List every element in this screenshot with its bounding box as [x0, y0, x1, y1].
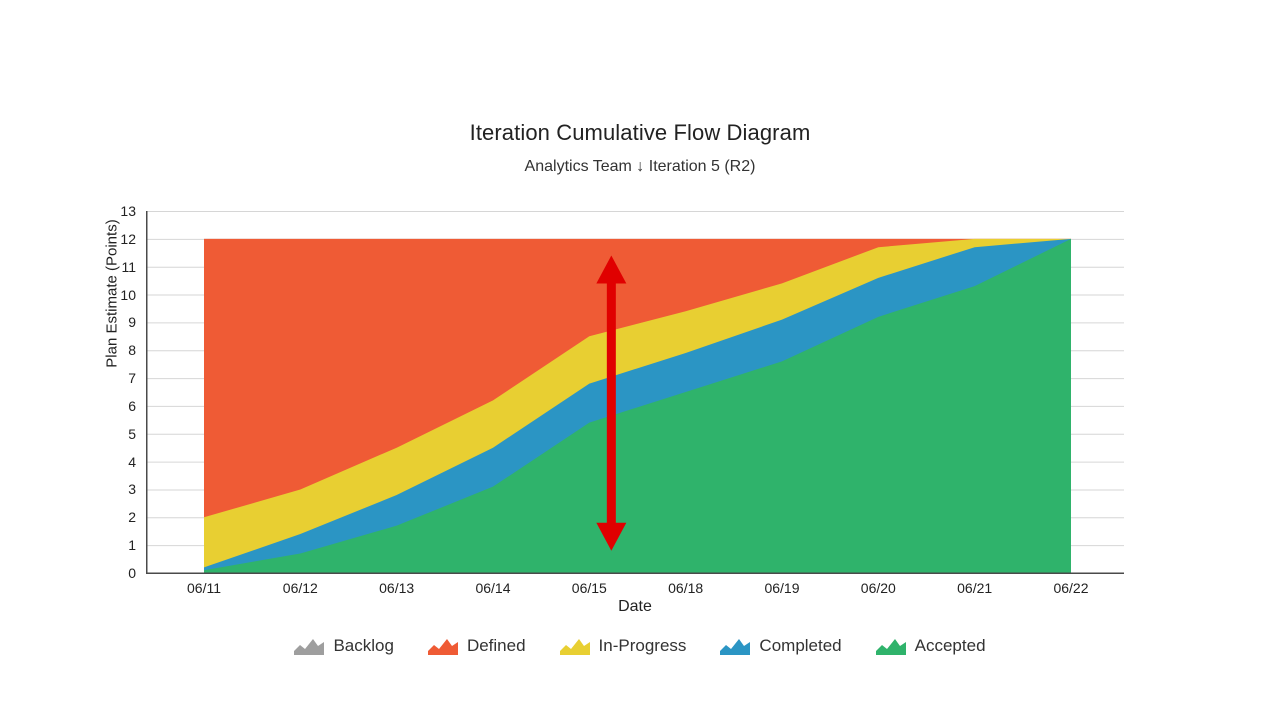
legend-marker-shape — [875, 638, 906, 655]
legend-item-completed[interactable]: Completed — [720, 636, 842, 656]
x-tick-label: 06/14 — [475, 580, 511, 596]
plot-area — [146, 211, 1124, 574]
legend-area-marker-icon — [875, 638, 906, 655]
y-tick-label: 3 — [128, 481, 136, 498]
y-tick-label: 9 — [128, 314, 136, 331]
y-tick-label: 12 — [120, 230, 136, 247]
chart-legend: Backlog Defined In-Progress Completed Accept… — [0, 636, 1280, 656]
x-tick-label: 06/22 — [1053, 580, 1089, 596]
y-tick-label: 13 — [120, 203, 136, 219]
legend-label: Defined — [466, 636, 526, 655]
y-tick-label: 2 — [128, 509, 136, 526]
x-tick-label: 06/21 — [957, 580, 993, 596]
x-tick-label: 06/15 — [571, 580, 607, 596]
y-tick-label: 8 — [128, 342, 136, 359]
y-tick-label: 10 — [120, 286, 136, 303]
legend-marker-shape — [294, 638, 325, 655]
legend-label: Accepted — [914, 636, 986, 655]
stacked-areas — [204, 238, 1071, 573]
chart-title: Iteration Cumulative Flow Diagram — [469, 120, 811, 145]
legend-area-marker-icon — [294, 638, 325, 655]
y-tick-label: 1 — [128, 537, 136, 554]
x-tick-label: 06/18 — [668, 580, 704, 596]
y-tick-label: 0 — [128, 565, 136, 581]
legend-marker-shape — [720, 638, 751, 655]
y-tick-label: 7 — [128, 370, 136, 387]
x-tick-label: 06/20 — [860, 580, 896, 596]
legend-area-marker-icon — [559, 638, 590, 655]
legend-marker-shape — [559, 638, 590, 655]
cumulative-flow-diagram: Iteration Cumulative Flow Diagram Analyt… — [0, 0, 1280, 720]
plot-svg — [146, 211, 1124, 574]
legend-item-backlog[interactable]: Backlog — [294, 636, 394, 656]
legend-label: In-Progress — [598, 636, 687, 655]
legend-marker-shape — [427, 638, 458, 655]
legend-item-accepted[interactable]: Accepted — [875, 636, 986, 656]
y-tick-label: 5 — [128, 425, 136, 442]
legend-item-in-progress[interactable]: In-Progress — [559, 636, 687, 656]
legend-label: Backlog — [333, 636, 394, 655]
chart-subtitle: Analytics Team ↓ Iteration 5 (R2) — [524, 158, 756, 175]
x-tick-label: 06/12 — [282, 580, 318, 596]
y-tick-label: 4 — [128, 453, 136, 470]
legend-area-marker-icon — [427, 638, 458, 655]
x-tick-label: 06/11 — [187, 580, 221, 596]
y-tick-label: 6 — [128, 397, 136, 414]
x-tick-label: 06/13 — [379, 580, 415, 596]
legend-area-marker-icon — [720, 638, 751, 655]
legend-item-defined[interactable]: Defined — [427, 636, 526, 656]
x-tick-label: 06/19 — [764, 580, 800, 596]
y-tick-label: 11 — [121, 258, 136, 275]
legend-label: Completed — [759, 636, 842, 655]
x-axis-title: Date — [618, 598, 652, 615]
